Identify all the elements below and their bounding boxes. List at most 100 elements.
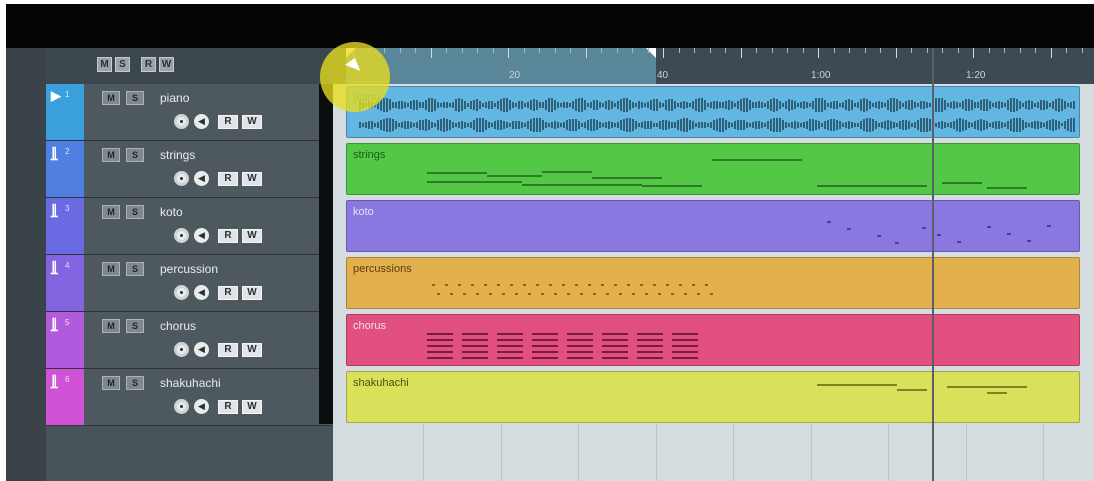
track-row[interactable]: ▶ 1 M Spiano ◀ R W (46, 84, 333, 141)
track-color-strip[interactable]: ∥̲ 6 (46, 369, 84, 425)
clip-piano[interactable]: piano (346, 86, 1080, 138)
clip-koto[interactable]: koto (346, 200, 1080, 252)
track-name[interactable]: chorus (160, 319, 196, 333)
solo-button[interactable]: S (126, 262, 144, 276)
loop-range[interactable] (346, 48, 656, 84)
playhead[interactable] (932, 48, 934, 481)
mute-button[interactable]: M (102, 205, 120, 219)
speaker-icon[interactable]: ◀ (194, 342, 209, 357)
volume-knob-icon[interactable] (174, 285, 189, 300)
waveform-segment (674, 100, 676, 110)
track-color-strip[interactable]: ∥̲ 3 (46, 198, 84, 254)
waveform-segment (800, 122, 802, 128)
speaker-icon[interactable]: ◀ (194, 285, 209, 300)
waveform-segment (422, 119, 424, 131)
record-arm-button[interactable]: R (218, 286, 238, 300)
solo-button[interactable]: S (126, 376, 144, 390)
volume-knob-icon[interactable] (174, 342, 189, 357)
mute-button[interactable]: M (102, 148, 120, 162)
speaker-icon[interactable]: ◀ (194, 114, 209, 129)
record-arm-button[interactable]: R (218, 172, 238, 186)
monitor-button[interactable]: W (242, 172, 262, 186)
track-name[interactable]: percussion (160, 262, 218, 276)
global-record-button[interactable]: R (141, 57, 156, 72)
ruler-label: 1:00 (811, 70, 831, 81)
waveform-segment (926, 101, 928, 109)
waveform-segment (791, 99, 793, 111)
track-color-strip[interactable]: ▶ 1 (46, 84, 84, 140)
global-solo-button[interactable]: S (115, 57, 130, 72)
track-row[interactable]: ∥̲ 4 M Spercussion ◀ R W (46, 255, 333, 312)
track-name[interactable]: piano (160, 91, 189, 105)
waveform-segment (1001, 122, 1003, 128)
arrange-view[interactable]: piano strings koto percussions chorus shakuha… (333, 84, 1094, 481)
waveform-segment (425, 119, 427, 131)
track-row[interactable]: ∥̲ 6 M Sshakuhachi ◀ R W (46, 369, 333, 426)
waveform-segment (845, 99, 847, 111)
monitor-button[interactable]: W (242, 286, 262, 300)
waveform-segment (920, 118, 922, 132)
mute-button[interactable]: M (102, 91, 120, 105)
speaker-icon[interactable]: ◀ (194, 228, 209, 243)
waveform-segment (884, 102, 886, 108)
monitor-button[interactable]: W (242, 115, 262, 129)
solo-button[interactable]: S (126, 319, 144, 333)
global-monitor-button[interactable]: W (159, 57, 174, 72)
waveform-segment (383, 97, 385, 113)
waveform-segment (764, 103, 766, 107)
clip-chorus[interactable]: chorus (346, 314, 1080, 366)
mute-button[interactable]: M (102, 262, 120, 276)
clip-shakuhachi[interactable]: shakuhachi (346, 371, 1080, 423)
waveform-segment (764, 123, 766, 127)
waveform-segment (956, 119, 958, 131)
waveform-segment (560, 102, 562, 108)
track-row[interactable]: ∥̲ 5 M Schorus ◀ R W (46, 312, 333, 369)
record-arm-button[interactable]: R (218, 400, 238, 414)
speaker-icon[interactable]: ◀ (194, 399, 209, 414)
clip-percussion[interactable]: percussions (346, 257, 1080, 309)
midi-note (637, 345, 663, 347)
waveform-segment (410, 121, 412, 129)
ruler-tick (679, 48, 680, 53)
track-name[interactable]: strings (160, 148, 195, 162)
waveform-segment (440, 118, 442, 132)
solo-button[interactable]: S (126, 91, 144, 105)
global-mute-button[interactable]: M (97, 57, 112, 72)
clip-strings[interactable]: strings (346, 143, 1080, 195)
waveform-segment (929, 119, 931, 131)
waveform-segment (548, 98, 550, 112)
waveform-segment (956, 101, 958, 109)
waveform-segment (992, 103, 994, 107)
track-divider[interactable] (319, 84, 333, 424)
mute-button[interactable]: M (102, 319, 120, 333)
track-color-strip[interactable]: ∥̲ 4 (46, 255, 84, 311)
waveform-segment (1007, 100, 1009, 110)
volume-knob-icon[interactable] (174, 399, 189, 414)
waveform-segment (911, 100, 913, 110)
volume-knob-icon[interactable] (174, 171, 189, 186)
waveform-segment (1064, 121, 1066, 129)
mute-button[interactable]: M (102, 376, 120, 390)
monitor-button[interactable]: W (242, 229, 262, 243)
waveform-segment (1016, 98, 1018, 112)
record-arm-button[interactable]: R (218, 229, 238, 243)
solo-button[interactable]: S (126, 148, 144, 162)
monitor-button[interactable]: W (242, 400, 262, 414)
waveform-segment (794, 101, 796, 109)
track-color-strip[interactable]: ∥̲ 5 (46, 312, 84, 368)
waveform-segment (878, 101, 880, 109)
track-color-strip[interactable]: ∥̲ 2 (46, 141, 84, 197)
track-row[interactable]: ∥̲ 2 M Sstrings ◀ R W (46, 141, 333, 198)
volume-knob-icon[interactable] (174, 114, 189, 129)
record-arm-button[interactable]: R (218, 343, 238, 357)
track-row[interactable]: ∥̲ 3 M Skoto ◀ R W (46, 198, 333, 255)
timeline-ruler[interactable]: 20 40 1:00 1:20 (333, 48, 1094, 84)
speaker-icon[interactable]: ◀ (194, 171, 209, 186)
record-arm-button[interactable]: R (218, 115, 238, 129)
solo-button[interactable]: S (126, 205, 144, 219)
track-name[interactable]: koto (160, 205, 183, 219)
volume-knob-icon[interactable] (174, 228, 189, 243)
monitor-button[interactable]: W (242, 343, 262, 357)
track-name[interactable]: shakuhachi (160, 376, 221, 390)
waveform-segment (998, 101, 1000, 109)
